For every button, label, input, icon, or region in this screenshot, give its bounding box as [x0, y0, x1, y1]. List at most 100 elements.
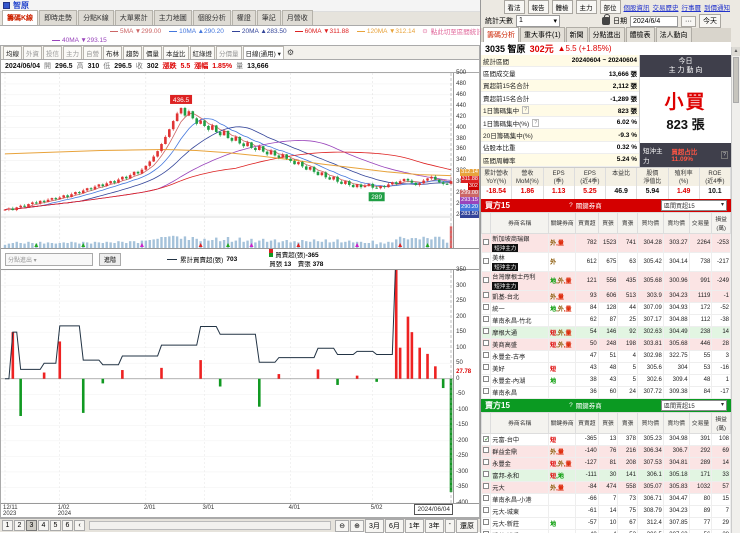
gear-icon[interactable]: ⚙	[287, 48, 294, 57]
analysis-tab-5[interactable]: 法人動向	[655, 27, 692, 42]
advanced-button[interactable]: 進階	[99, 252, 122, 266]
row-checkbox[interactable]	[483, 507, 490, 514]
chart-tab-0[interactable]: 籌碼K線	[2, 10, 39, 25]
broker-row[interactable]: 新加坡商瑞銀 短沖主力 外,量 782 1523 741 304.28 303.27 2264-…	[481, 232, 731, 253]
help-icon[interactable]: ?	[569, 402, 573, 409]
analysis-tab-3[interactable]: 分點進出	[588, 27, 625, 42]
page-button-1[interactable]: 1	[2, 520, 13, 531]
broker-row[interactable]: 統一 地,外,量 84 128 44 307.09 304.93 172 -52	[481, 301, 731, 315]
indicator-button-0[interactable]: 均線	[3, 45, 22, 60]
indicator-button-7[interactable]: 價量	[143, 45, 162, 60]
candlestick-chart[interactable]: 436.5 289	[1, 73, 454, 248]
indicator-button-8[interactable]: 本益比	[163, 45, 189, 60]
broker-row[interactable]: 富邦-永和 短,地 -111 30 141 306.1 305.18 171 33	[481, 468, 731, 482]
chart-tab-6[interactable]: 權證	[231, 10, 256, 25]
stat-days-select[interactable]: 1 ▾	[516, 15, 560, 27]
flow-source-select[interactable]: 分點進出 ▾	[5, 252, 93, 266]
broker-row[interactable]: 台灣摩根士丹利 短沖主力 地,外,量 121 556 435 305.68 300.96 991…	[481, 270, 731, 291]
date-more-button[interactable]: ···	[681, 15, 696, 27]
sell-filter-select[interactable]: 區間賣超15 ▾	[661, 399, 727, 411]
row-checkbox[interactable]	[483, 304, 490, 311]
broker-row[interactable]: 凱基-博愛 -48452306.5307.635628	[481, 528, 731, 533]
flow-pane[interactable]: 350 300 250 200 150 100 50 0 -50 -100 -150 -200 -250…	[1, 267, 479, 506]
hint-icon[interactable]: ?	[532, 118, 540, 127]
analysis-tab-4[interactable]: 體檢表	[625, 27, 655, 42]
broker-row[interactable]: 華南永昌 36 60 24 307.72 309.38 84 -17	[481, 385, 731, 399]
top-button-看法[interactable]: 看法	[503, 0, 525, 14]
indicator-button-2[interactable]: 投信	[43, 45, 62, 60]
row-checkbox[interactable]	[483, 276, 490, 283]
row-checkbox[interactable]	[483, 471, 490, 478]
row-checkbox[interactable]	[483, 483, 490, 490]
analysis-tab-2[interactable]: 新聞	[565, 27, 588, 42]
indicator-button-9[interactable]: 紅綠燈	[189, 45, 215, 60]
chart-tab-5[interactable]: 個股分析	[192, 10, 231, 25]
broker-row[interactable]: 美商高盛 短,外,量 50 248 198 303.81 305.68 446 28	[481, 337, 731, 351]
indicator-button-6[interactable]: 趨勢	[123, 45, 142, 60]
range-button-3月[interactable]: 3月	[365, 518, 384, 533]
page-button-6[interactable]: 6	[62, 520, 73, 531]
flow-chart[interactable]	[1, 270, 454, 503]
chart-tab-8[interactable]: 月營收	[281, 10, 313, 25]
row-checkbox[interactable]	[483, 364, 490, 371]
candle-pane[interactable]: 436.5289 5004804604404204003803603403203…	[1, 70, 479, 248]
row-checkbox[interactable]	[483, 340, 490, 347]
row-checkbox[interactable]: ✓	[483, 435, 489, 443]
buy-filter-select[interactable]: 區間買超15 ▾	[661, 199, 727, 211]
zoom-in-button[interactable]: ⊕	[350, 519, 365, 532]
range-button-1年[interactable]: 1年	[404, 518, 424, 533]
indicator-button-3[interactable]: 主力	[63, 45, 82, 60]
hint-icon[interactable]: ?	[522, 106, 530, 115]
broker-row[interactable]: 美林 短沖主力外 612 675 63 305.42 304.14 738 -217	[481, 251, 731, 272]
row-checkbox[interactable]	[483, 352, 490, 359]
row-checkbox[interactable]	[483, 495, 490, 502]
chart-tab-1[interactable]: 即時走勢	[39, 10, 78, 25]
page-button-‹[interactable]: ‹	[74, 520, 85, 531]
chart-tab-7[interactable]: 筆記	[256, 10, 281, 25]
analysis-tab-0[interactable]: 籌碼分析	[483, 27, 519, 42]
broker-row[interactable]: 永豐金-內湖地 38 43 5 302.6 309.4 48 1	[481, 373, 731, 387]
row-checkbox[interactable]	[483, 459, 490, 466]
indicator-button-10[interactable]: 分價量	[216, 45, 242, 60]
row-checkbox[interactable]	[483, 316, 490, 323]
top-button-部位[interactable]: 部位	[599, 0, 621, 14]
range-button--[interactable]: -	[444, 518, 455, 533]
range-button-6月[interactable]: 6月	[384, 518, 404, 533]
page-button-4[interactable]: 4	[38, 520, 49, 531]
page-button-3[interactable]: 3	[26, 520, 37, 531]
scroll-thumb[interactable]	[733, 57, 739, 103]
broker-row[interactable]: 摩根大通 短,外,量 54 146 92 302.63 304.49 238 14	[481, 325, 731, 339]
chart-tab-3[interactable]: 大單累計	[114, 10, 153, 25]
row-checkbox[interactable]	[483, 376, 490, 383]
help-icon[interactable]: ?	[720, 150, 728, 159]
row-checkbox[interactable]	[483, 257, 490, 264]
broker-row[interactable]: 元大-新莊地 -57 10 67 312.4 307.85 77 29	[481, 516, 731, 530]
broker-row[interactable]: 華南永昌-竹北 62 87 25 307.17 304.88 112 -38	[481, 313, 731, 327]
period-select[interactable]: 日線(通用) ▾	[242, 45, 284, 60]
chart-scrollbar[interactable]	[89, 521, 332, 530]
broker-row[interactable]: 永豐金 短,外,量 -127 81 208 307.53 304.81 289 14	[481, 456, 731, 470]
page-button-2[interactable]: 2	[14, 520, 25, 531]
broker-row[interactable]: 群益金鼎 外,量 -140 76 216 306.34 306.7 292 69	[481, 444, 731, 458]
broker-row[interactable]: 凱基-台北 外,量 93 606 513 303.9 304.23 1119 -1	[481, 289, 731, 303]
range-button-還原[interactable]: 還原	[456, 518, 478, 533]
date-input[interactable]: 2024/6/4	[630, 15, 678, 27]
row-checkbox[interactable]	[483, 328, 490, 335]
top-button-報告[interactable]: 報告	[527, 0, 549, 14]
zoom-out-button[interactable]: ⊖	[335, 519, 350, 532]
top-button-體檢[interactable]: 體檢	[551, 0, 573, 14]
panel-scrollbar[interactable]: ▲	[731, 47, 740, 533]
broker-row[interactable]: 永豐金-古亭 47 51 4 302.98 322.75 55 3	[481, 349, 731, 363]
indicator-button-4[interactable]: 自營	[83, 45, 102, 60]
chart-tab-4[interactable]: 主力地圖	[153, 10, 192, 25]
broker-row[interactable]: 元大-城東 -61 14 75 308.79 304.23 89 7	[481, 504, 731, 518]
row-checkbox[interactable]	[483, 292, 490, 299]
analysis-tab-1[interactable]: 重大事件(1)	[520, 27, 565, 42]
broker-row[interactable]: 元大 外,量 -84 474 558 305.07 305.83 1032 57	[481, 480, 731, 494]
help-icon[interactable]: ?	[569, 202, 573, 209]
broker-row[interactable]: ✓ 元富-台中短 -365 13 378 305.23 304.98 391 108	[481, 432, 731, 446]
scroll-up-icon[interactable]: ▲	[732, 47, 740, 56]
top-button-主力[interactable]: 主力	[575, 0, 597, 14]
broker-row[interactable]: 華南永昌-小港 -66 7 73 306.71 304.47 80 15	[481, 492, 731, 506]
indicator-button-1[interactable]: 外資	[23, 45, 42, 60]
